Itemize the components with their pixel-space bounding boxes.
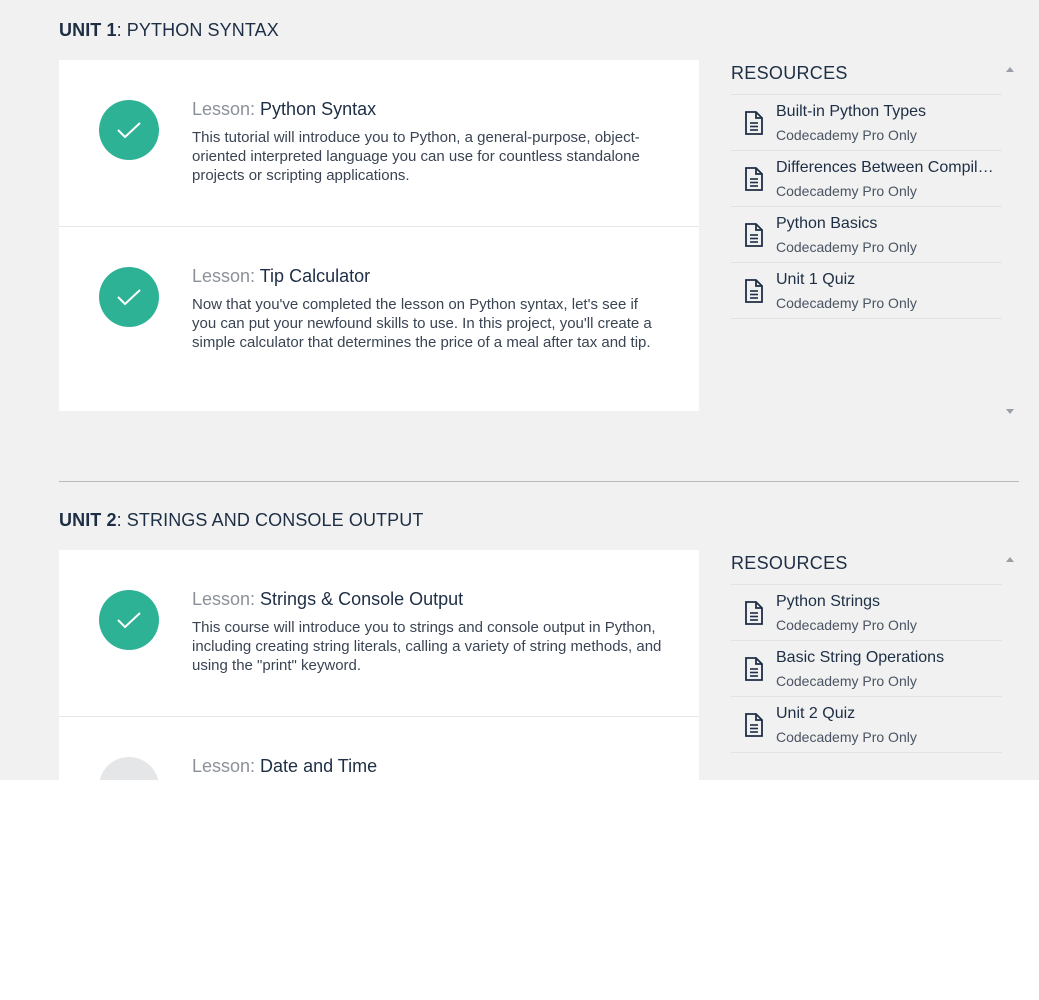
checkmark-icon	[117, 122, 141, 139]
lesson-date-and-time[interactable]: Lesson: Date and Time	[59, 717, 699, 780]
lesson-title[interactable]: Lesson: Strings & Console Output	[192, 589, 463, 610]
resource-name: Differences Between Compiled and Interpr…	[776, 159, 1000, 176]
unit-2-resources: RESOURCES Python Strings Codecademy Pro …	[731, 550, 1002, 753]
resource-item[interactable]: Basic String Operations Codecademy Pro O…	[731, 641, 1002, 697]
lesson-description: Now that you've completed the lesson on …	[192, 296, 652, 351]
unit-divider	[59, 481, 1019, 482]
checkmark-icon	[117, 289, 141, 306]
document-icon	[745, 111, 763, 135]
lesson-description: This course will introduce you to string…	[192, 619, 662, 674]
lesson-status-badge	[99, 267, 159, 327]
unit-2-name: : STRINGS AND CONSOLE OUTPUT	[116, 510, 424, 530]
unit-1-number: UNIT 1	[59, 20, 117, 40]
resource-access-label: Codecademy Pro Only	[776, 295, 917, 311]
lesson-title[interactable]: Lesson: Python Syntax	[192, 99, 376, 120]
lesson-title[interactable]: Lesson: Tip Calculator	[192, 266, 370, 287]
resource-item[interactable]: Python Strings Codecademy Pro Only	[731, 585, 1002, 641]
lesson-prefix: Lesson:	[192, 266, 260, 286]
resource-item[interactable]: Differences Between Compiled and Interpr…	[731, 151, 1002, 207]
resources-heading: RESOURCES	[731, 550, 1002, 585]
checkmark-icon	[117, 612, 141, 629]
unit-1-lessons: Lesson: Python Syntax This tutorial will…	[59, 60, 699, 411]
lesson-title[interactable]: Lesson: Date and Time	[192, 756, 377, 777]
scroll-up-arrow-icon[interactable]	[1006, 557, 1014, 562]
resource-name: Basic String Operations	[776, 649, 945, 666]
resource-item[interactable]: Python Basics Codecademy Pro Only	[731, 207, 1002, 263]
lesson-status-badge	[99, 100, 159, 160]
lesson-prefix: Lesson:	[192, 99, 261, 119]
unit-1-name: : PYTHON SYNTAX	[116, 20, 279, 40]
resource-access-label: Codecademy Pro Only	[776, 239, 917, 255]
resource-name: Unit 2 Quiz	[776, 705, 856, 722]
resource-item[interactable]: Built-in Python Types Codecademy Pro Onl…	[731, 95, 1002, 151]
document-icon	[745, 279, 763, 303]
lesson-name: Date and Time	[260, 756, 378, 776]
resource-name: Python Basics	[776, 215, 878, 232]
resource-access-label: Codecademy Pro Only	[776, 127, 917, 143]
document-icon	[745, 601, 763, 625]
resource-name: Built-in Python Types	[776, 103, 927, 120]
lesson-name: Tip Calculator	[259, 266, 371, 286]
resource-name: Unit 1 Quiz	[776, 271, 856, 288]
lesson-prefix: Lesson:	[192, 756, 261, 776]
resource-name: Python Strings	[776, 593, 881, 610]
resource-access-label: Codecademy Pro Only	[776, 729, 917, 745]
resources-heading: RESOURCES	[731, 60, 1002, 95]
unit-2-lessons: Lesson: Strings & Console Output This co…	[59, 550, 699, 780]
document-icon	[745, 167, 763, 191]
document-icon	[745, 657, 763, 681]
unit-1-resources: RESOURCES Built-in Python Types Codecade…	[731, 60, 1002, 319]
resource-access-label: Codecademy Pro Only	[776, 673, 917, 689]
scroll-up-arrow-icon[interactable]	[1006, 67, 1014, 72]
unit-2-title: UNIT 2: STRINGS AND CONSOLE OUTPUT	[59, 510, 423, 531]
unit-1-title: UNIT 1: PYTHON SYNTAX	[59, 20, 279, 41]
lesson-name: Strings & Console Output	[260, 589, 464, 609]
lesson-status-badge	[99, 590, 159, 650]
lesson-prefix: Lesson:	[192, 589, 261, 609]
lesson-strings-console-output[interactable]: Lesson: Strings & Console Output This co…	[59, 550, 699, 717]
document-icon	[745, 223, 763, 247]
lesson-name: Python Syntax	[260, 99, 377, 119]
document-icon	[745, 713, 763, 737]
lesson-description: This tutorial will introduce you to Pyth…	[192, 129, 640, 184]
resource-access-label: Codecademy Pro Only	[776, 617, 917, 633]
course-syllabus: UNIT 1: PYTHON SYNTAX Lesson: Python Syn…	[0, 0, 1039, 780]
lesson-python-syntax[interactable]: Lesson: Python Syntax This tutorial will…	[59, 60, 699, 227]
lesson-tip-calculator[interactable]: Lesson: Tip Calculator Now that you've c…	[59, 227, 699, 411]
resource-item[interactable]: Unit 1 Quiz Codecademy Pro Only	[731, 263, 1002, 319]
unit-2-number: UNIT 2	[59, 510, 117, 530]
lesson-status-badge	[99, 757, 159, 780]
resource-access-label: Codecademy Pro Only	[776, 183, 917, 199]
resource-item[interactable]: Unit 2 Quiz Codecademy Pro Only	[731, 697, 1002, 753]
scroll-down-arrow-icon[interactable]	[1006, 409, 1014, 414]
